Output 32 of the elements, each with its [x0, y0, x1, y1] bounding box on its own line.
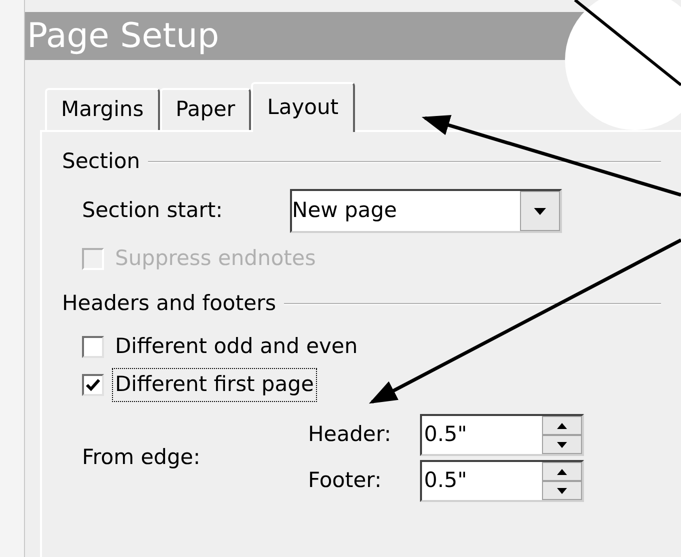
up-arrow-icon — [557, 422, 567, 428]
checkbox-label: Different odd and even — [114, 333, 359, 360]
checkbox[interactable] — [82, 336, 104, 358]
group-heading: Section — [62, 148, 140, 176]
down-arrow-icon — [557, 442, 567, 448]
field-label: Section start: — [82, 197, 224, 224]
checkmark-icon — [85, 378, 101, 392]
checkbox-label: Different first page — [112, 368, 317, 402]
dropdown-button[interactable] — [520, 191, 560, 231]
spin-up-button[interactable] — [542, 416, 582, 435]
spin-down-button[interactable] — [542, 435, 582, 454]
caret-icon — [534, 208, 546, 214]
tab[interactable]: Layout — [251, 82, 355, 132]
spin-field[interactable]: 0.5" — [420, 460, 584, 502]
up-arrow-icon — [557, 468, 567, 474]
spin-field[interactable]: 0.5" — [420, 414, 584, 456]
field-label: Header: — [308, 421, 392, 448]
checkbox-label: Suppress endnotes — [114, 245, 317, 272]
spin-up-button[interactable] — [542, 462, 582, 481]
spin-down-button[interactable] — [542, 481, 582, 500]
tab[interactable]: Paper — [160, 88, 252, 130]
checkbox[interactable] — [82, 374, 104, 396]
group-heading: Headers and footers — [62, 290, 276, 318]
field-label: From edge: — [82, 444, 202, 472]
dropdown[interactable]: New page — [290, 189, 562, 233]
window-title: Page Setup — [27, 19, 220, 53]
tab[interactable]: Margins — [45, 88, 160, 130]
dropdown-value: New page — [292, 197, 398, 224]
field-label: Footer: — [308, 467, 383, 494]
field-value: 0.5" — [423, 467, 468, 494]
field-value: 0.5" — [423, 421, 468, 448]
down-arrow-icon — [557, 488, 567, 494]
